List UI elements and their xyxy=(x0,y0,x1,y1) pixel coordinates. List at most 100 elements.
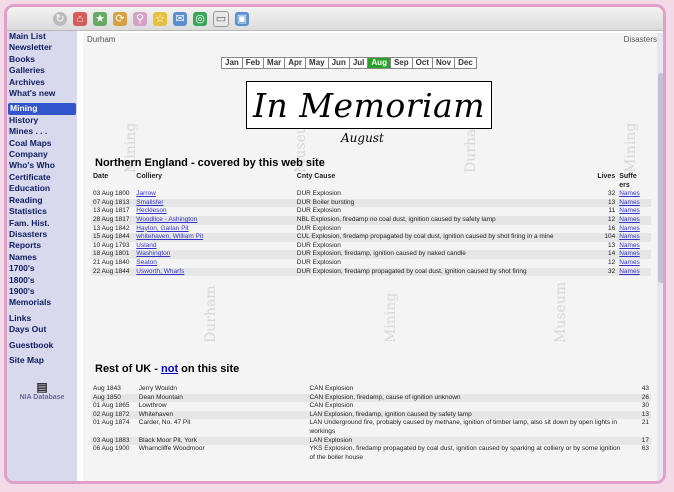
table-cell: Heckleson xyxy=(134,207,295,216)
sidebar-item[interactable]: What's new xyxy=(7,88,77,99)
table-row: 13 Aug 1817 Heckleson DUR Explosion 11 Names xyxy=(91,207,651,216)
breadcrumb-home[interactable]: Durham xyxy=(87,35,115,44)
sidebar-item[interactable]: 1900's xyxy=(7,286,77,297)
sidebar-footer[interactable]: ▤ NIA Database xyxy=(7,380,77,401)
table-cell: CUL Explosion, firedamp propagated by co… xyxy=(294,233,592,242)
cause-cell: DUR Explosion xyxy=(296,241,341,249)
sidebar-item[interactable]: Newsletter xyxy=(7,42,77,53)
lives-cell: 17 xyxy=(623,436,651,446)
sidebar-item[interactable]: 1800's xyxy=(7,275,77,286)
home-icon[interactable]: ⌂ xyxy=(73,11,87,26)
lives-cell: 104 xyxy=(604,233,616,241)
table-row: 28 Aug 1817 Woodlice - Ashington NBL Explo… xyxy=(91,215,651,225)
month-tab[interactable]: Aug xyxy=(367,57,391,69)
refresh-icon[interactable]: ⟳ xyxy=(113,11,127,26)
colliery-link[interactable]: Jarrow xyxy=(136,190,156,197)
sidebar-item[interactable]: Statistics xyxy=(7,206,77,217)
sidebar-item[interactable]: Books xyxy=(7,54,77,65)
sidebar-item[interactable]: Company xyxy=(7,149,77,160)
sidebar-item[interactable]: Galleries xyxy=(7,65,77,76)
sidebar-item[interactable]: Reading xyxy=(7,195,77,206)
sidebar-item[interactable]: Site Map xyxy=(7,355,77,366)
sidebar-item[interactable]: History xyxy=(7,115,77,126)
cause-cell: DUR Explosion, firedamp propagated by co… xyxy=(296,267,527,275)
sidebar-item[interactable]: Disasters xyxy=(7,229,77,240)
colliery-link[interactable]: Smallsfer xyxy=(136,199,163,206)
favorites-icon[interactable]: ☆ xyxy=(153,11,167,26)
month-tab[interactable]: Sep xyxy=(389,57,413,69)
sidebar-item[interactable]: Fam. Hist. xyxy=(7,218,77,229)
table-cell: 13 Aug 1842 xyxy=(91,225,134,234)
scrollbar[interactable] xyxy=(657,33,663,481)
names-link[interactable]: Names xyxy=(619,207,640,214)
not-link[interactable]: not xyxy=(161,363,178,375)
month-tab[interactable]: Mar xyxy=(263,57,286,69)
table-cell: Names xyxy=(617,233,651,242)
history-icon[interactable]: ↻ xyxy=(53,11,67,26)
cause-cell: DUR Explosion xyxy=(296,207,341,215)
table-cell: Smallsfer xyxy=(134,198,295,208)
sidebar-item[interactable]: Certificate xyxy=(7,172,77,183)
sidebar-item[interactable]: Guestbook xyxy=(7,340,77,351)
search-icon[interactable]: ⚲ xyxy=(133,11,147,26)
month-tab[interactable]: Jun xyxy=(327,57,350,69)
sidebar-item[interactable]: 1700's xyxy=(7,263,77,274)
page-icon[interactable]: ▭ xyxy=(213,10,229,27)
month-tab[interactable]: Jan xyxy=(221,57,243,69)
colliery-link[interactable]: Woodlice - Ashington xyxy=(136,216,197,223)
sidebar-item[interactable]: Links xyxy=(7,313,77,324)
sidebar-item[interactable]: Memorials xyxy=(7,297,77,308)
colliery-link[interactable]: whitehaven, William Pit xyxy=(136,233,203,240)
date-cell: Aug 1850 xyxy=(91,393,137,403)
colliery-link[interactable]: Heckleson xyxy=(136,207,166,214)
month-tab[interactable]: Dec xyxy=(454,57,477,69)
month-tab[interactable]: Jul xyxy=(348,57,369,69)
table-cell: 13 xyxy=(591,198,618,208)
table-cell: whitehaven, William Pit xyxy=(134,233,295,242)
month-tab[interactable]: Apr xyxy=(284,57,307,69)
breadcrumb-current[interactable]: Disasters xyxy=(624,35,657,44)
sidebar-item[interactable]: Coal Maps xyxy=(7,138,77,149)
sidebar-item[interactable]: Who's Who xyxy=(7,160,77,171)
names-link[interactable]: Names xyxy=(619,268,640,275)
names-link[interactable]: Names xyxy=(619,216,640,223)
sidebar-item[interactable]: Names xyxy=(7,252,77,263)
names-link[interactable]: Names xyxy=(619,190,640,197)
colliery-link[interactable]: Seaton xyxy=(136,259,157,266)
names-link[interactable]: Names xyxy=(619,225,640,232)
names-link[interactable]: Names xyxy=(619,233,640,240)
mail-icon[interactable]: ✉ xyxy=(173,11,187,26)
sidebar-divider xyxy=(7,366,77,370)
month-tab[interactable]: Nov xyxy=(431,57,456,69)
date-cell: 13 Aug 1842 xyxy=(93,224,130,232)
table-cell: 21 Aug 1840 xyxy=(91,259,134,268)
table-row: 01 Aug 1874 Carder, No. 47 Pit LAN Undergr… xyxy=(91,419,651,436)
month-tab[interactable]: Feb xyxy=(241,57,265,69)
sidebar-item[interactable]: Mines . . . xyxy=(7,126,77,137)
sidebar-item[interactable]: Archives xyxy=(7,77,77,88)
table-cell: DUR Explosion xyxy=(295,190,592,199)
web-icon[interactable]: ◎ xyxy=(193,11,207,26)
scrollbar-thumb[interactable] xyxy=(658,73,663,283)
date-cell: 18 Aug 1801 xyxy=(93,250,130,258)
lives-cell: 13 xyxy=(607,241,616,249)
sidebar-item[interactable]: Main List xyxy=(7,31,77,42)
sidebar-item[interactable]: Reports xyxy=(7,240,77,251)
sidebar-item[interactable]: Days Out xyxy=(7,324,77,335)
colliery-link[interactable]: Hayton, Gallan Pit xyxy=(136,225,188,232)
bookmarks-icon[interactable]: ★ xyxy=(93,11,107,26)
names-link[interactable]: Names xyxy=(619,242,640,249)
sidebar-item[interactable]: Mining xyxy=(8,103,76,115)
month-tab[interactable]: Oct xyxy=(411,57,433,69)
names-link[interactable]: Names xyxy=(619,250,640,257)
table-cell: Names xyxy=(617,267,651,277)
names-link[interactable]: Names xyxy=(619,259,640,266)
window-icon[interactable]: ▣ xyxy=(235,11,249,26)
colliery-link[interactable]: Washington xyxy=(136,250,170,257)
colliery-link[interactable]: Usworth, Wharfs xyxy=(136,268,184,275)
names-link[interactable]: Names xyxy=(619,199,640,206)
month-tab[interactable]: May xyxy=(305,57,329,69)
colliery-link[interactable]: Usland xyxy=(136,242,156,249)
lives-cell: 14 xyxy=(607,250,616,258)
sidebar-item[interactable]: Education xyxy=(7,183,77,194)
